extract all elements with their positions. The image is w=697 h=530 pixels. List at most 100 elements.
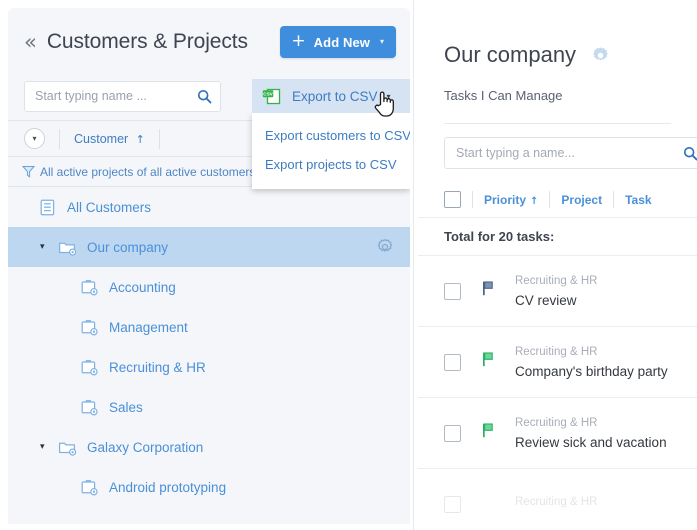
tree-item-label: Management (109, 319, 188, 335)
gear-icon[interactable] (376, 238, 394, 256)
sort-ascending-icon: ↑ (135, 132, 145, 146)
column-header-priority[interactable]: Priority ↑ (484, 193, 538, 207)
plus-icon: + (291, 31, 306, 51)
chevron-down-icon[interactable]: ▾ (40, 242, 45, 252)
tree-item-android-prototyping[interactable]: Android prototyping (8, 467, 410, 507)
export-to-csv-label: Export to CSV (292, 88, 378, 104)
tree-item-label: All Customers (67, 199, 152, 215)
table-row[interactable]: Recruiting & HR CV review (418, 256, 697, 327)
tree-item-sales[interactable]: Sales (8, 387, 410, 427)
column-divider (613, 191, 615, 208)
left-panel-header: « Customers & Projects + Add New ▾ (8, 8, 410, 72)
group-chip-label: Customer (74, 131, 129, 146)
row-checkbox[interactable] (444, 496, 461, 513)
company-title: Our company (444, 42, 577, 67)
task-search-box[interactable] (444, 137, 697, 169)
svg-text:CSV: CSV (263, 91, 273, 96)
project-gear-icon (81, 479, 98, 495)
task-title[interactable]: Review sick and vacation (515, 435, 667, 450)
flag-icon (483, 352, 493, 367)
tree-item-label: Accounting (109, 279, 176, 295)
export-dropdown-menu: Export customers to CSV Export projects … (252, 113, 410, 189)
project-gear-icon (81, 399, 98, 415)
tasks-subtitle: Tasks I Can Manage (444, 88, 563, 103)
project-gear-icon (81, 279, 98, 295)
gear-icon[interactable] (591, 46, 610, 65)
project-gear-icon (81, 319, 98, 335)
menu-item-export-customers[interactable]: Export customers to CSV (252, 121, 410, 150)
tasks-panel: Our company Tasks I Can Manage Priority↑… (418, 0, 697, 530)
table-row[interactable]: Recruiting & HR Review sick and vacation (418, 398, 697, 469)
tree-item-label: Recruiting & HR (109, 359, 206, 375)
task-cell: Recruiting & HR Review sick and vacation (515, 417, 667, 450)
tree-item-label: Our company (87, 239, 169, 255)
tasks-total-label: Total for 20 tasks: (418, 218, 697, 256)
tasks-panel-header: Our company (418, 0, 697, 68)
select-all-checkbox[interactable] (444, 191, 461, 208)
priority-flag-wrapper (482, 352, 495, 372)
collapse-panel-icon[interactable]: « (24, 32, 37, 53)
task-project-name: Recruiting & HR (515, 495, 598, 508)
task-project-name: Recruiting & HR (515, 345, 598, 358)
column-header-task[interactable]: Task (625, 193, 651, 207)
app-root: « Customers & Projects + Add New ▾ Start… (0, 0, 697, 530)
flag-icon (483, 281, 493, 296)
tree-item-our-company[interactable]: ▾ Our company (8, 227, 410, 267)
task-cell: Recruiting & HR CV review (515, 275, 597, 308)
section-divider (444, 123, 671, 124)
customer-search-box[interactable] (24, 80, 221, 112)
task-cell: Recruiting & HR Company's birthday party (515, 346, 668, 379)
expand-all-button[interactable]: ▾ (24, 128, 45, 149)
menu-item-export-projects[interactable]: Export projects to CSV (252, 150, 410, 179)
folder-gear-icon (58, 442, 77, 456)
export-to-csv-button[interactable]: CSV Export to CSV ▾ (252, 79, 410, 113)
search-input[interactable] (35, 89, 197, 103)
chevron-down-icon[interactable]: ▾ (380, 38, 384, 46)
task-project-name: Recruiting & HR (515, 416, 598, 429)
task-cell: Recruiting & HR (515, 496, 597, 514)
tree-item-accounting[interactable]: Accounting (8, 267, 410, 307)
row-checkbox[interactable] (444, 353, 461, 371)
table-row[interactable]: Recruiting & HR Company's birthday party (418, 327, 697, 398)
chevron-down-icon[interactable]: ▾ (387, 92, 391, 101)
customers-tree: All Customers ▾ Our company Accounting M… (8, 187, 410, 507)
row-checkbox[interactable] (444, 282, 461, 300)
task-project-name: Recruiting & HR (515, 274, 598, 287)
task-search-input[interactable] (456, 146, 683, 160)
tree-item-label: Android prototyping (109, 479, 227, 495)
csv-file-icon: CSV (262, 88, 281, 104)
add-new-button[interactable]: + Add New ▾ (280, 26, 396, 58)
tasks-column-header: Priority ↑ Project Task (418, 182, 697, 218)
task-title[interactable]: CV review (515, 293, 597, 308)
tree-item-label: Galaxy Corporation (87, 439, 204, 455)
priority-flag-wrapper (482, 281, 495, 301)
tree-item-management[interactable]: Management (8, 307, 410, 347)
active-filter-label[interactable]: All active projects of all active custom… (40, 165, 255, 179)
project-gear-icon (81, 359, 98, 375)
customers-projects-panel: « Customers & Projects + Add New ▾ Start… (8, 8, 410, 524)
sort-ascending-icon: ↑ (530, 195, 539, 207)
column-header-project[interactable]: Project (561, 193, 602, 207)
priority-flag-wrapper (482, 423, 495, 443)
chevron-down-icon[interactable]: ▾ (40, 442, 45, 452)
column-divider (472, 191, 473, 208)
column-label: Priority (484, 192, 527, 207)
search-icon[interactable] (683, 146, 697, 161)
chevron-down-icon: ▾ (32, 134, 37, 143)
folder-gear-icon (58, 242, 77, 256)
task-title[interactable]: Company's birthday party (515, 364, 668, 379)
tree-item-recruiting-hr[interactable]: Recruiting & HR (8, 347, 410, 387)
panel-divider (413, 0, 414, 530)
add-new-label: Add New (313, 34, 370, 50)
page-title: Customers & Projects (46, 30, 248, 53)
column-divider (549, 191, 551, 208)
search-and-export-row: CSV Export to CSV ▾ Export customers to … (8, 72, 410, 189)
toolbar-divider (158, 128, 160, 149)
row-checkbox[interactable] (444, 424, 461, 442)
tree-item-galaxy-corporation[interactable]: ▾ Galaxy Corporation (8, 427, 410, 467)
tree-item-label: Sales (109, 399, 143, 415)
search-icon[interactable] (197, 89, 212, 104)
tree-item-all-customers[interactable]: All Customers (8, 187, 410, 227)
table-row[interactable]: Recruiting & HR (418, 469, 697, 530)
group-by-customer-chip[interactable]: Customer ↑ (74, 132, 145, 146)
